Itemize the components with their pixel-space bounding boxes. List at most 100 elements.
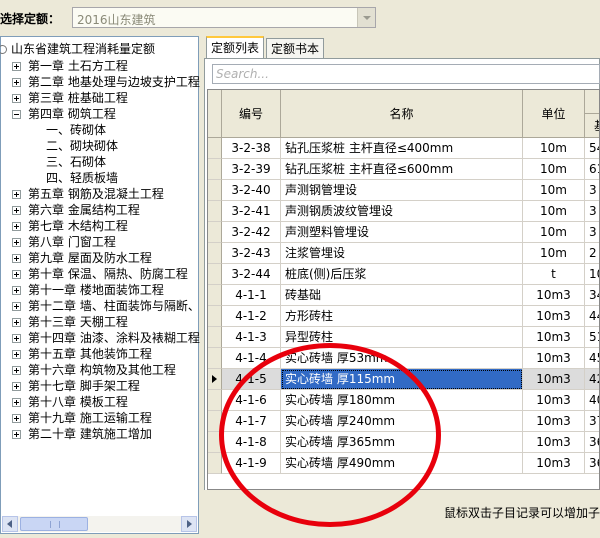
cell-name[interactable]: 实心砖墙 厚365mm bbox=[281, 432, 523, 453]
table-row[interactable]: 3-2-39钻孔压浆桩 主杆直径≤600mm10m61 bbox=[208, 159, 599, 180]
table-row[interactable]: 3-2-42 声测塑料管埋设 10m 3 bbox=[208, 222, 599, 243]
row-indicator[interactable] bbox=[208, 222, 222, 243]
tab-quota-book[interactable]: 定额书本 bbox=[266, 38, 325, 58]
cell-unit[interactable]: 10m3 bbox=[523, 411, 585, 432]
cell-name[interactable]: 声测钢质波纹管埋设 bbox=[281, 201, 523, 222]
cell-unit[interactable]: 10m3 bbox=[523, 327, 585, 348]
column-header-code[interactable]: 编号 bbox=[222, 90, 281, 138]
cell-unit[interactable]: 10m3 bbox=[523, 306, 585, 327]
cell-code[interactable]: 3-2-39 bbox=[222, 159, 281, 180]
expand-icon[interactable] bbox=[12, 94, 21, 103]
row-indicator[interactable] bbox=[208, 180, 222, 201]
cell-unit[interactable]: t bbox=[523, 264, 585, 285]
cell-name[interactable]: 钻孔压浆桩 主杆直径≤400mm bbox=[281, 138, 523, 159]
cell-base-price[interactable]: 54 bbox=[585, 138, 599, 159]
cell-name[interactable]: 实心砖墙 厚240mm bbox=[281, 411, 523, 432]
column-header-name[interactable]: 名称 bbox=[281, 90, 523, 138]
row-indicator[interactable] bbox=[208, 390, 222, 411]
expand-icon[interactable] bbox=[12, 350, 21, 359]
table-row[interactable]: 3-2-43 注浆管埋设 10m 2 bbox=[208, 243, 599, 264]
scroll-left-icon[interactable] bbox=[2, 516, 18, 532]
cell-name[interactable]: 实心砖墙 厚180mm bbox=[281, 390, 523, 411]
expand-icon[interactable] bbox=[12, 366, 21, 375]
cell-name[interactable]: 注浆管埋设 bbox=[281, 243, 523, 264]
expand-icon[interactable] bbox=[12, 190, 21, 199]
expand-icon[interactable] bbox=[12, 206, 21, 215]
row-indicator[interactable] bbox=[208, 306, 222, 327]
column-header-base[interactable]: 基 bbox=[585, 114, 599, 138]
tree-item[interactable]: 四、轻质板墙 bbox=[46, 170, 118, 186]
table-row[interactable]: 4-1-5实心砖墙 厚115mm10m342 bbox=[208, 369, 599, 390]
cell-unit[interactable]: 10m bbox=[523, 138, 585, 159]
cell-unit[interactable]: 10m bbox=[523, 159, 585, 180]
cell-base-price[interactable]: 36 bbox=[585, 453, 599, 474]
cell-name[interactable]: 实心砖墙 厚490mm bbox=[281, 453, 523, 474]
expand-icon[interactable] bbox=[12, 270, 21, 279]
cell-base-price[interactable]: 34 bbox=[585, 285, 599, 306]
cell-unit[interactable]: 10m3 bbox=[523, 369, 585, 390]
cell-code[interactable]: 3-2-43 bbox=[222, 243, 281, 264]
cell-code[interactable]: 3-2-42 bbox=[222, 222, 281, 243]
cell-name[interactable]: 方形砖柱 bbox=[281, 306, 523, 327]
cell-code[interactable]: 4-1-2 bbox=[222, 306, 281, 327]
scroll-right-icon[interactable] bbox=[181, 516, 197, 532]
table-row[interactable]: 4-1-3异型砖柱10m351 bbox=[208, 327, 599, 348]
cell-name[interactable]: 声测钢管埋设 bbox=[281, 180, 523, 201]
table-row[interactable]: 4-1-4实心砖墙 厚53mm10m345 bbox=[208, 348, 599, 369]
cell-code[interactable]: 3-2-44 bbox=[222, 264, 281, 285]
collapse-icon[interactable] bbox=[12, 110, 21, 119]
expand-icon[interactable] bbox=[12, 222, 21, 231]
table-row[interactable]: 4-1-9实心砖墙 厚490mm10m336 bbox=[208, 453, 599, 474]
scrollbar-thumb[interactable] bbox=[20, 517, 88, 531]
cell-base-price[interactable]: 10 bbox=[585, 264, 599, 285]
search-input[interactable]: Search... bbox=[212, 64, 600, 84]
expand-icon[interactable] bbox=[12, 334, 21, 343]
expand-icon[interactable] bbox=[12, 78, 21, 87]
quota-table[interactable]: 编号 名称 单位 基 3-2-38钻孔压浆桩 主杆直径≤400mm10m543-… bbox=[207, 89, 600, 490]
cell-base-price[interactable]: 51 bbox=[585, 327, 599, 348]
cell-code[interactable]: 4-1-9 bbox=[222, 453, 281, 474]
expand-icon[interactable] bbox=[12, 254, 21, 263]
expand-icon[interactable] bbox=[12, 286, 21, 295]
row-indicator[interactable] bbox=[208, 264, 222, 285]
cell-name[interactable]: 声测塑料管埋设 bbox=[281, 222, 523, 243]
cell-unit[interactable]: 10m3 bbox=[523, 285, 585, 306]
cell-name[interactable]: 实心砖墙 厚53mm bbox=[281, 348, 523, 369]
cell-base-price[interactable]: 44 bbox=[585, 306, 599, 327]
expand-icon[interactable] bbox=[12, 302, 21, 311]
table-row[interactable]: 3-2-38钻孔压浆桩 主杆直径≤400mm10m54 bbox=[208, 138, 599, 159]
row-indicator[interactable] bbox=[208, 432, 222, 453]
expand-icon[interactable] bbox=[12, 430, 21, 439]
row-indicator[interactable] bbox=[208, 243, 222, 264]
tree-horizontal-scrollbar[interactable] bbox=[2, 516, 197, 532]
cell-base-price[interactable]: 42 bbox=[585, 369, 599, 390]
row-indicator[interactable] bbox=[208, 411, 222, 432]
quota-select[interactable]: 2016山东建筑 bbox=[72, 7, 376, 28]
chevron-down-icon[interactable] bbox=[357, 8, 375, 27]
cell-base-price[interactable]: 3 bbox=[585, 222, 599, 243]
cell-base-price[interactable]: 36 bbox=[585, 432, 599, 453]
row-indicator[interactable] bbox=[208, 348, 222, 369]
cell-base-price[interactable]: 61 bbox=[585, 159, 599, 180]
cell-code[interactable]: 4-1-6 bbox=[222, 390, 281, 411]
cell-code[interactable]: 4-1-1 bbox=[222, 285, 281, 306]
cell-unit[interactable]: 10m3 bbox=[523, 390, 585, 411]
row-indicator[interactable] bbox=[208, 159, 222, 180]
tree-item[interactable]: 三、石砌体 bbox=[46, 154, 106, 170]
cell-base-price[interactable]: 37 bbox=[585, 411, 599, 432]
cell-code[interactable]: 4-1-4 bbox=[222, 348, 281, 369]
cell-name[interactable]: 实心砖墙 厚115mm bbox=[281, 369, 523, 390]
tab-quota-list[interactable]: 定额列表 bbox=[206, 36, 265, 59]
cell-unit[interactable]: 10m bbox=[523, 201, 585, 222]
row-indicator[interactable] bbox=[208, 201, 222, 222]
cell-base-price[interactable]: 40 bbox=[585, 390, 599, 411]
tree-item[interactable]: 一、砖砌体 bbox=[46, 122, 106, 138]
table-row[interactable]: 3-2-40 声测钢管埋设 10m 3 bbox=[208, 180, 599, 201]
cell-code[interactable]: 3-2-40 bbox=[222, 180, 281, 201]
cell-name[interactable]: 桩底(侧)后压浆 bbox=[281, 264, 523, 285]
chapter-tree[interactable]: 山东省建筑工程消耗量定额 第一章 土石方工程 第二章 地基处理与边坡支护工程 第三章 … bbox=[0, 36, 200, 534]
cell-name[interactable]: 钻孔压浆桩 主杆直径≤600mm bbox=[281, 159, 523, 180]
table-row[interactable]: 4-1-7实心砖墙 厚240mm10m337 bbox=[208, 411, 599, 432]
expand-icon[interactable] bbox=[12, 382, 21, 391]
cell-unit[interactable]: 10m3 bbox=[523, 432, 585, 453]
